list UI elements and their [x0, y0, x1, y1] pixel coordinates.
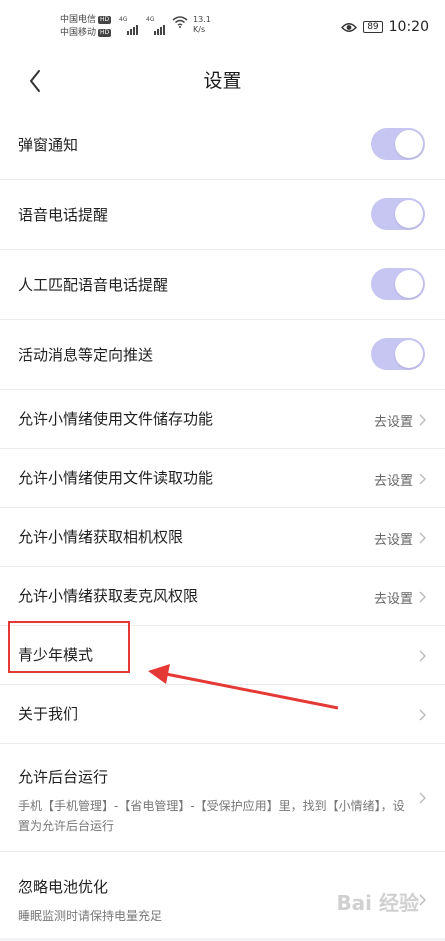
setting-microphone-permission[interactable]: 允许小情绪获取麦克风权限 去设置: [0, 567, 445, 626]
setting-popup-notification[interactable]: 弹窗通知: [0, 110, 445, 180]
clock: 10:20: [388, 19, 429, 35]
chevron-right-icon: [419, 591, 426, 603]
chevron-right-icon: [419, 414, 426, 426]
network-speed: 13.1 K/s: [193, 15, 211, 34]
chevron-right-icon: [419, 473, 426, 485]
nav-header: 设置: [0, 52, 445, 110]
chevron-right-icon: [419, 532, 426, 544]
chevron-right-icon: [419, 650, 426, 662]
toggle-switch[interactable]: [371, 198, 425, 230]
settings-list: 弹窗通知 语音电话提醒 人工匹配语音电话提醒 活动消息等定向推送 允许小情绪使用…: [0, 110, 445, 938]
watermark: Bai 经验: [336, 891, 419, 915]
carrier-2: 中国移动: [60, 28, 97, 38]
go-settings-link[interactable]: 去设置: [374, 411, 413, 430]
toggle-switch[interactable]: [371, 128, 425, 160]
status-right: 89 10:20: [341, 19, 429, 35]
setting-file-storage[interactable]: 允许小情绪使用文件储存功能 去设置: [0, 390, 445, 449]
setting-about-us[interactable]: 关于我们: [0, 685, 445, 744]
setting-targeted-push[interactable]: 活动消息等定向推送: [0, 320, 445, 390]
page-title: 设置: [203, 70, 242, 92]
go-settings-link[interactable]: 去设置: [374, 588, 413, 607]
setting-file-read[interactable]: 允许小情绪使用文件读取功能 去设置: [0, 449, 445, 508]
hd-badge-2: HD: [98, 29, 112, 37]
battery-icon: 89: [363, 21, 383, 33]
chevron-right-icon: [419, 894, 426, 906]
annotation-highlight-box: [8, 621, 130, 673]
wifi-icon: [172, 16, 188, 28]
go-settings-link[interactable]: 去设置: [374, 470, 413, 489]
carrier-1: 中国电信: [60, 15, 97, 25]
setting-manual-match-reminder[interactable]: 人工匹配语音电话提醒: [0, 250, 445, 320]
signal-icon-1: [127, 16, 139, 35]
toggle-switch[interactable]: [371, 268, 425, 300]
status-bar: 中国电信 HD 中国移动 HD 4G 4G 13.1 K/s 89 10:20: [0, 0, 445, 52]
hd-badge-1: HD: [98, 16, 112, 24]
eye-icon: [341, 22, 358, 32]
setting-background-run[interactable]: 允许后台运行 手机【手机管理】-【省电管理】-【受保护应用】里，找到【小情绪】，…: [0, 744, 445, 852]
signal-icon-2: [154, 16, 166, 35]
carrier-info: 中国电信 HD 中国移动 HD: [60, 14, 112, 40]
go-settings-link[interactable]: 去设置: [374, 529, 413, 548]
setting-camera-permission[interactable]: 允许小情绪获取相机权限 去设置: [0, 508, 445, 567]
setting-description: 手机【手机管理】-【省电管理】-【受保护应用】里，找到【小情绪】，设置为允许后台…: [18, 799, 405, 833]
chevron-right-icon: [419, 709, 426, 721]
toggle-switch[interactable]: [371, 338, 425, 370]
setting-voice-call-reminder[interactable]: 语音电话提醒: [0, 180, 445, 250]
chevron-right-icon: [419, 792, 426, 804]
